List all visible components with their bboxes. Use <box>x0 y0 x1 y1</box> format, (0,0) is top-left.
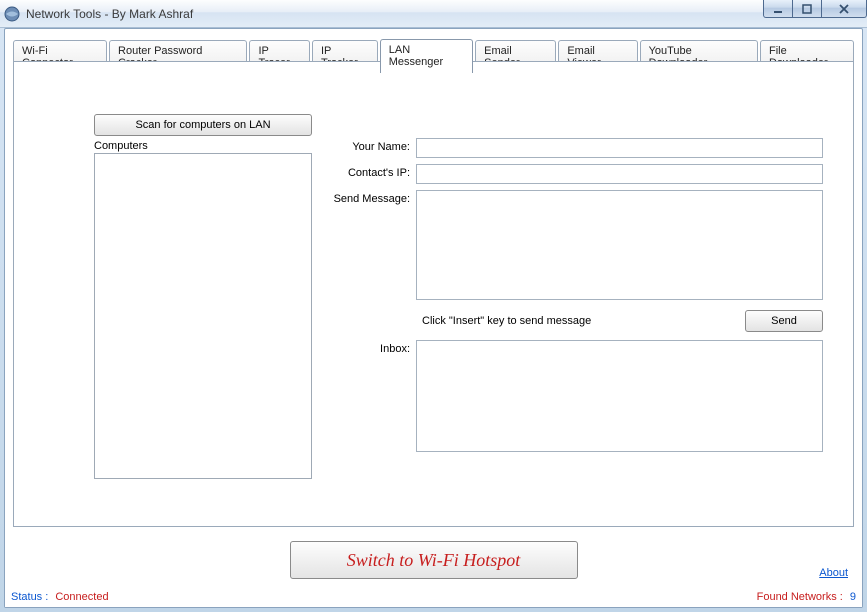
status-bar: Status : Connected Found Networks : 9 <box>5 587 862 607</box>
status-label: Status : <box>11 591 48 603</box>
window-controls <box>764 0 867 20</box>
send-hint: Click "Insert" key to send message <box>422 315 745 327</box>
window-titlebar: Network Tools - By Mark Ashraf <box>0 0 867 28</box>
contact-ip-label: Contact's IP: <box>324 164 416 179</box>
messenger-form: Your Name: Contact's IP: Send Message: C… <box>324 138 823 458</box>
computers-list[interactable] <box>94 153 312 479</box>
about-link[interactable]: About <box>819 567 848 579</box>
your-name-input[interactable] <box>416 138 823 158</box>
tab-lan-messenger[interactable]: LAN Messenger <box>380 39 473 73</box>
send-message-textarea[interactable] <box>416 190 823 300</box>
scan-lan-button[interactable]: Scan for computers on LAN <box>94 114 312 136</box>
client-area: Wi-Fi Connector Router Password Cracker … <box>4 28 863 608</box>
inbox-textarea[interactable] <box>416 340 823 452</box>
your-name-label: Your Name: <box>324 138 416 153</box>
networks-value: 9 <box>850 591 856 603</box>
inbox-label: Inbox: <box>324 340 416 355</box>
status-value: Connected <box>55 591 108 603</box>
minimize-button[interactable] <box>763 0 793 18</box>
send-message-label: Send Message: <box>324 190 416 205</box>
close-button[interactable] <box>821 0 867 18</box>
window-title: Network Tools - By Mark Ashraf <box>26 7 193 21</box>
status-left: Status : Connected <box>11 591 109 603</box>
maximize-button[interactable] <box>792 0 822 18</box>
status-right: Found Networks : 9 <box>757 591 856 603</box>
networks-label: Found Networks : <box>757 591 843 603</box>
contact-ip-input[interactable] <box>416 164 823 184</box>
switch-hotspot-button[interactable]: Switch to Wi-Fi Hotspot <box>290 541 578 579</box>
app-icon <box>4 6 20 22</box>
send-button[interactable]: Send <box>745 310 823 332</box>
tab-panel-lan-messenger: Scan for computers on LAN Computers Your… <box>13 61 854 527</box>
